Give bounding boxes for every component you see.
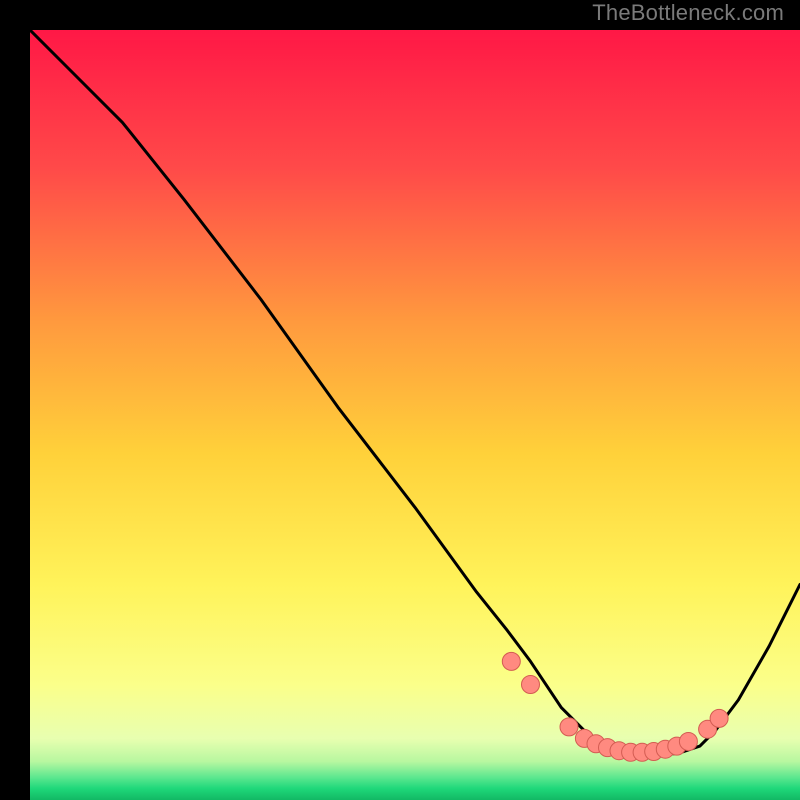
optimal-dot [560, 718, 578, 736]
optimal-dot [522, 676, 540, 694]
watermark-text: TheBottleneck.com [592, 0, 784, 26]
gradient-background [30, 30, 800, 800]
optimal-dot [679, 733, 697, 751]
chart-frame [15, 15, 785, 785]
optimal-dot [710, 709, 728, 727]
optimal-dot [502, 652, 520, 670]
bottleneck-chart [30, 30, 800, 800]
